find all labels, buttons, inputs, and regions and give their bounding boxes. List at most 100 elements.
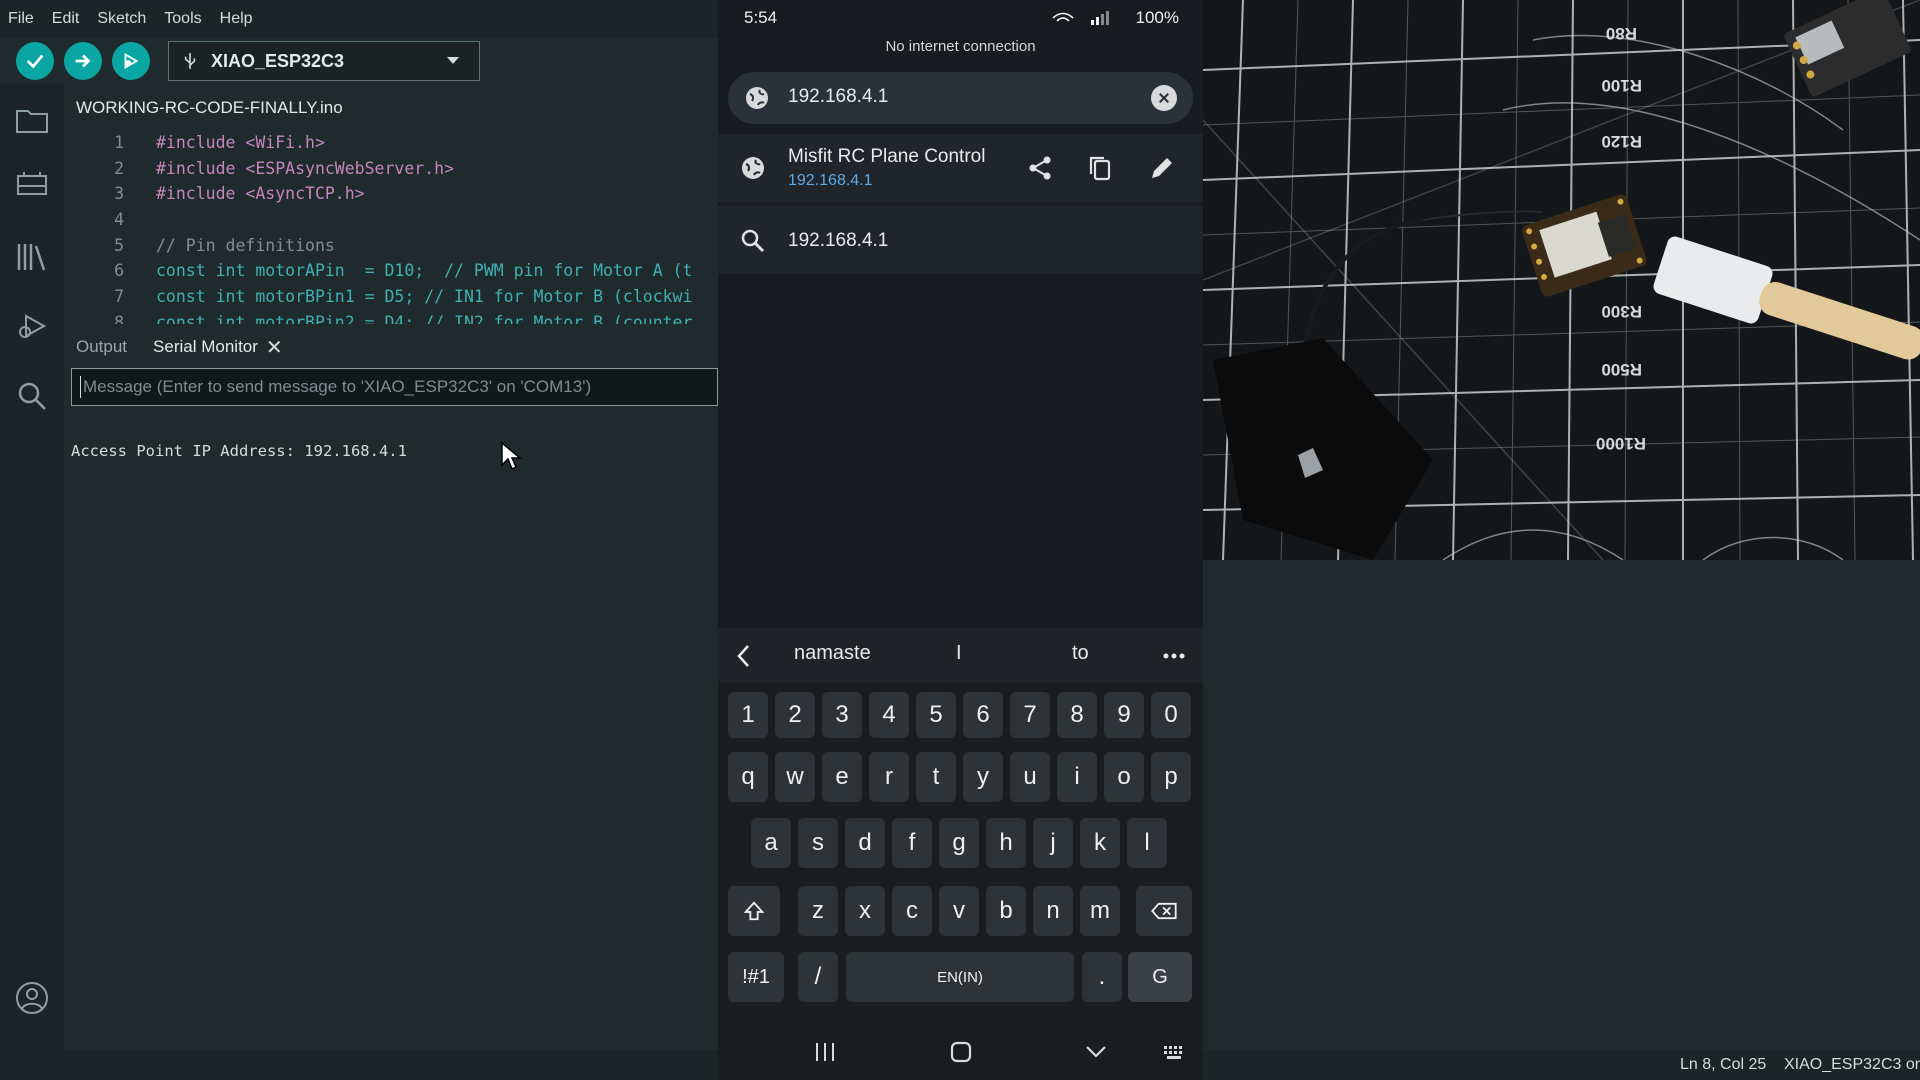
key[interactable]: 3 [822,692,862,738]
line-number: 8 [114,312,124,324]
suggestion-title: Misfit RC Plane Control [788,146,986,167]
signal-icon [1052,11,1109,25]
key[interactable]: x [845,886,885,936]
key[interactable]: 1 [728,692,768,738]
board-name: XIAO_ESP32C3 [211,50,345,71]
key[interactable]: u [1010,752,1050,802]
key[interactable]: l [1127,818,1167,868]
serial-message-input[interactable]: Message (Enter to send message to 'XIAO_… [71,368,718,406]
tab-serial-monitor[interactable]: Serial Monitor [153,337,258,357]
code-text: #include <AsyncTCP.h> [156,184,365,204]
key[interactable]: r [869,752,909,802]
key[interactable]: i [1057,752,1097,802]
key[interactable]: d [845,818,885,868]
menu-sketch[interactable]: Sketch [97,10,146,28]
file-tab[interactable]: WORKING-RC-CODE-FINALLY.ino [64,92,355,126]
verify-button[interactable] [16,42,54,80]
key[interactable]: z [798,886,838,936]
account-icon[interactable] [14,980,50,1016]
chevron-down-icon[interactable] [1084,1040,1108,1064]
home-icon[interactable] [949,1040,973,1064]
key[interactable]: b [986,886,1026,936]
share-icon[interactable] [1026,154,1054,182]
key[interactable]: 9 [1104,692,1144,738]
key[interactable]: t [916,752,956,802]
url-bar[interactable]: 192.168.4.1 [728,72,1193,124]
board-manager-icon[interactable] [14,166,50,202]
code-editor[interactable]: WORKING-RC-CODE-FINALLY.ino 1 #include <W… [64,84,718,324]
upload-button[interactable] [64,42,102,80]
chevron-left-icon[interactable] [736,644,750,668]
code-text: #include <ESPAsyncWebServer.h> [156,158,455,178]
space-key[interactable]: EN(IN) [846,952,1074,1002]
prediction-1[interactable]: namaste [794,642,871,665]
keyboard-icon[interactable] [1162,1040,1188,1064]
key[interactable]: n [1033,886,1073,936]
key[interactable]: j [1033,818,1073,868]
folder-icon[interactable] [14,102,50,138]
code-text: const int motorBPin1 = D5; // IN1 for Mo… [156,287,693,307]
key[interactable]: q [728,752,768,802]
menu-edit[interactable]: Edit [52,10,80,28]
toolbar: XIAO_ESP32C3 [0,38,718,84]
menu-tools[interactable]: Tools [164,10,201,28]
key[interactable]: 7 [1010,692,1050,738]
serial-output-text: Access Point IP Address: 192.168.4.1 [71,442,407,460]
key[interactable]: k [1080,818,1120,868]
code-line: 3 #include <AsyncTCP.h> [64,181,718,207]
debug-button[interactable] [112,42,150,80]
slash-key[interactable]: / [798,952,838,1002]
search-icon[interactable] [14,378,50,414]
recent-apps-icon[interactable] [814,1040,836,1064]
key[interactable]: 6 [963,692,1003,738]
copy-icon[interactable] [1086,154,1114,182]
library-icon[interactable] [14,238,50,274]
cursor-position: Ln 8, Col 25 [1680,1056,1767,1073]
more-icon[interactable] [1162,652,1186,660]
key[interactable]: v [939,886,979,936]
edit-pencil-icon[interactable] [1148,154,1176,182]
key[interactable]: g [939,818,979,868]
key[interactable]: c [892,886,932,936]
tab-output[interactable]: Output [76,337,127,357]
suggestion-search[interactable]: 192.168.4.1 [718,206,1203,274]
clear-url-button[interactable] [1151,85,1177,111]
mat-label: R120 [1601,132,1642,151]
empty-area [1203,560,1920,1050]
key[interactable]: s [798,818,838,868]
suggestion-page[interactable]: Misfit RC Plane Control 192.168.4.1 [718,134,1203,202]
key[interactable]: y [963,752,1003,802]
code-line: 5 // Pin definitions [64,233,718,259]
mat-label: R1000 [1596,434,1646,453]
prediction-2[interactable]: I [956,642,962,665]
key[interactable]: h [986,818,1026,868]
backspace-key[interactable] [1136,886,1192,936]
debug-sidebar-icon[interactable] [14,308,50,344]
code-line: 1 #include <WiFi.h> [64,130,718,156]
close-icon[interactable]: ✕ [266,335,283,360]
key[interactable]: w [775,752,815,802]
symbols-key[interactable]: !#1 [728,952,784,1002]
code-area[interactable]: 1 #include <WiFi.h> 2 #include <ESPAsyncWe… [64,130,718,324]
key[interactable]: f [892,818,932,868]
key[interactable]: 5 [916,692,956,738]
menu-help[interactable]: Help [220,10,253,28]
key[interactable]: 2 [775,692,815,738]
prediction-3[interactable]: to [1072,642,1089,665]
code-text: const int motorBPin2 = D4; // IN2 for Mo… [156,312,693,324]
menu-file[interactable]: File [8,10,34,28]
bottom-panel-tabs: Output Serial Monitor ✕ [64,330,718,364]
board-selector[interactable]: XIAO_ESP32C3 [168,41,480,81]
key[interactable]: a [751,818,791,868]
period-key[interactable]: . [1082,952,1122,1002]
key[interactable]: 0 [1151,692,1191,738]
key[interactable]: m [1080,886,1120,936]
url-input[interactable]: 192.168.4.1 [788,86,888,108]
key[interactable]: e [822,752,862,802]
key[interactable]: p [1151,752,1191,802]
key[interactable]: 4 [869,692,909,738]
key[interactable]: 8 [1057,692,1097,738]
go-key[interactable]: G [1128,952,1192,1002]
shift-key[interactable] [728,886,780,936]
key[interactable]: o [1104,752,1144,802]
